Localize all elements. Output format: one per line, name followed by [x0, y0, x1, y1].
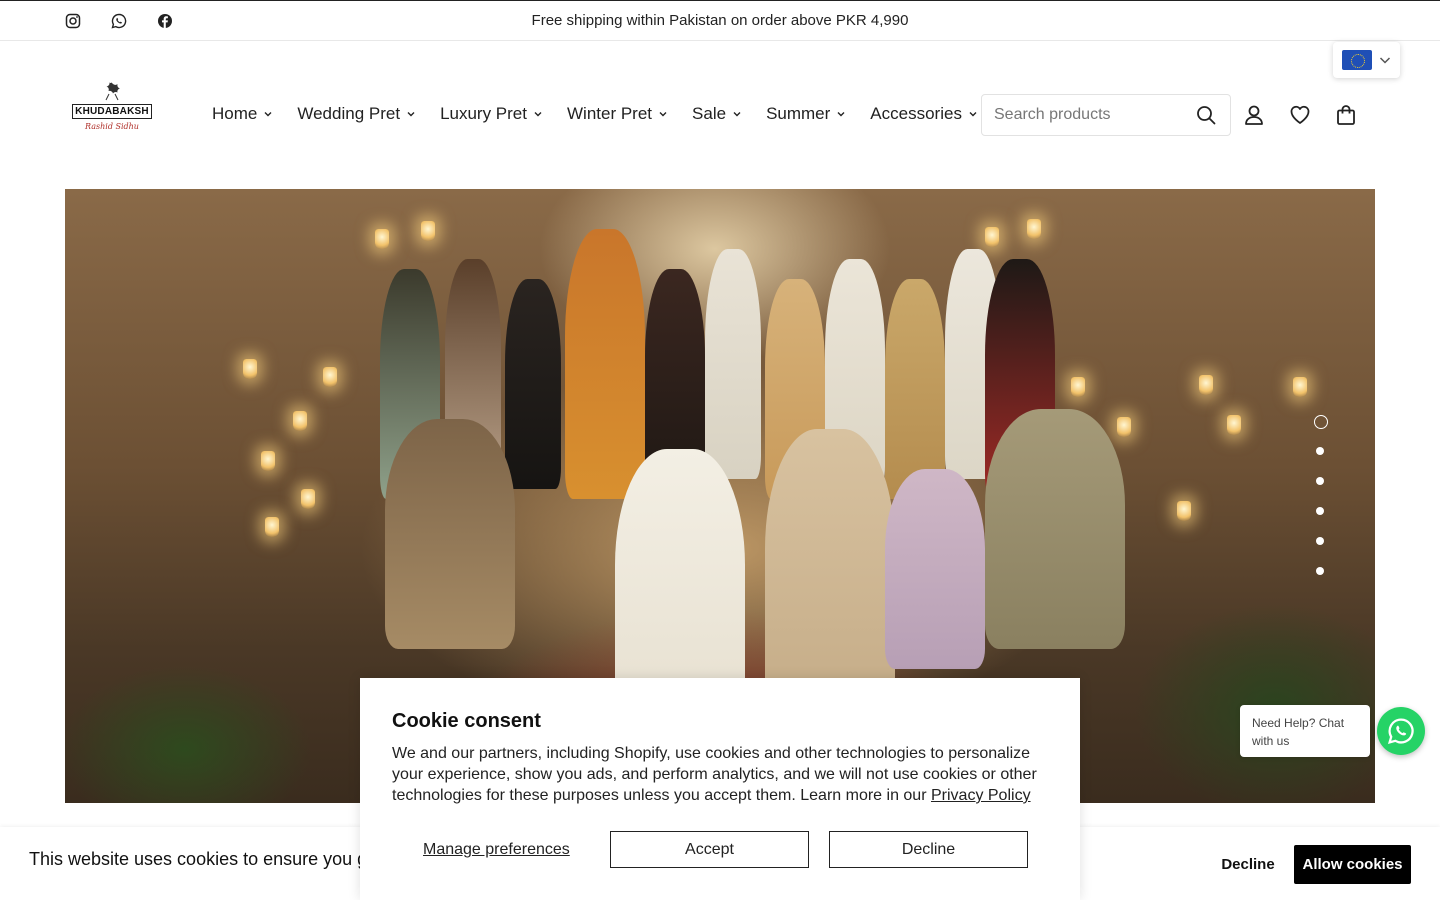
- site-header: KHUDABAKSH Rashid Sidhu Home Wedding Pre…: [0, 78, 1440, 152]
- nav-label: Home: [212, 104, 258, 123]
- slide-dot-6[interactable]: [1316, 567, 1324, 575]
- nav-item-wedding-pret[interactable]: Wedding Pret: [297, 104, 416, 124]
- nav-label: Luxury Pret: [440, 104, 527, 123]
- chevron-down-icon: [733, 112, 741, 117]
- chevron-down-icon: [659, 112, 667, 117]
- accept-button[interactable]: Accept: [610, 831, 809, 868]
- slide-dot-5[interactable]: [1316, 537, 1324, 545]
- chevron-down-icon: [837, 112, 845, 117]
- privacy-policy-link[interactable]: Privacy Policy: [931, 787, 1031, 804]
- nav-item-winter-pret[interactable]: Winter Pret: [567, 104, 668, 124]
- consent-title: Cookie consent: [392, 710, 541, 732]
- whatsapp-chat-button[interactable]: [1377, 707, 1425, 755]
- slide-dot-4[interactable]: [1316, 507, 1324, 515]
- nav-item-summer[interactable]: Summer: [766, 104, 846, 124]
- eu-flag-icon: [1342, 50, 1372, 70]
- announcement-text: Free shipping within Pakistan on order a…: [531, 12, 909, 29]
- logo-emblem-icon: [105, 82, 120, 101]
- nav-item-luxury-pret[interactable]: Luxury Pret: [440, 104, 543, 124]
- slide-dot-1[interactable]: [1314, 415, 1328, 429]
- slide-dot-3[interactable]: [1316, 477, 1324, 485]
- account-icon[interactable]: [1243, 104, 1265, 126]
- main-nav: Home Wedding Pret Luxury Pret Winter Pre…: [212, 104, 978, 124]
- chevron-down-icon: [534, 112, 542, 117]
- slide-dot-2[interactable]: [1316, 447, 1324, 455]
- nav-label: Summer: [766, 104, 831, 123]
- chevron-down-icon: [407, 112, 415, 117]
- nav-label: Accessories: [870, 104, 962, 123]
- cookie-bar-message: This website uses cookies to ensure you …: [29, 849, 393, 869]
- brand-logo[interactable]: KHUDABAKSH Rashid Sidhu: [72, 82, 152, 138]
- cookie-bar-decline-button[interactable]: Decline: [1208, 845, 1288, 883]
- brand-script: Rashid Sidhu: [85, 122, 139, 131]
- header-actions: [1243, 104, 1357, 126]
- whatsapp-icon: [1387, 718, 1414, 745]
- allow-cookies-button[interactable]: Allow cookies: [1294, 845, 1411, 884]
- consent-body: We and our partners, including Shopify, …: [392, 743, 1052, 806]
- cookie-consent-dialog: Cookie consent We and our partners, incl…: [360, 678, 1080, 900]
- nav-item-home[interactable]: Home: [212, 104, 273, 124]
- search-input[interactable]: [994, 106, 1184, 124]
- search-box: [981, 94, 1231, 136]
- country-selector[interactable]: [1333, 42, 1400, 78]
- search-icon[interactable]: [1196, 105, 1216, 130]
- manage-preferences-link[interactable]: Manage preferences: [423, 841, 570, 859]
- cart-bag-icon[interactable]: [1335, 104, 1357, 126]
- brand-name: KHUDABAKSH: [72, 104, 152, 119]
- announcement-bar: Free shipping within Pakistan on order a…: [0, 0, 1440, 41]
- chevron-down-icon: [969, 112, 977, 117]
- chevron-down-icon: [1379, 57, 1391, 64]
- help-chat-bubble[interactable]: Need Help? Chat with us: [1240, 705, 1370, 757]
- nav-label: Winter Pret: [567, 104, 653, 123]
- wishlist-heart-icon[interactable]: [1289, 104, 1311, 126]
- nav-item-sale[interactable]: Sale: [692, 104, 742, 124]
- decline-button[interactable]: Decline: [829, 831, 1028, 868]
- nav-item-accessories[interactable]: Accessories: [870, 104, 978, 124]
- nav-label: Sale: [692, 104, 727, 123]
- slide-dots: [1314, 415, 1328, 597]
- nav-label: Wedding Pret: [297, 104, 401, 123]
- chevron-down-icon: [264, 112, 272, 117]
